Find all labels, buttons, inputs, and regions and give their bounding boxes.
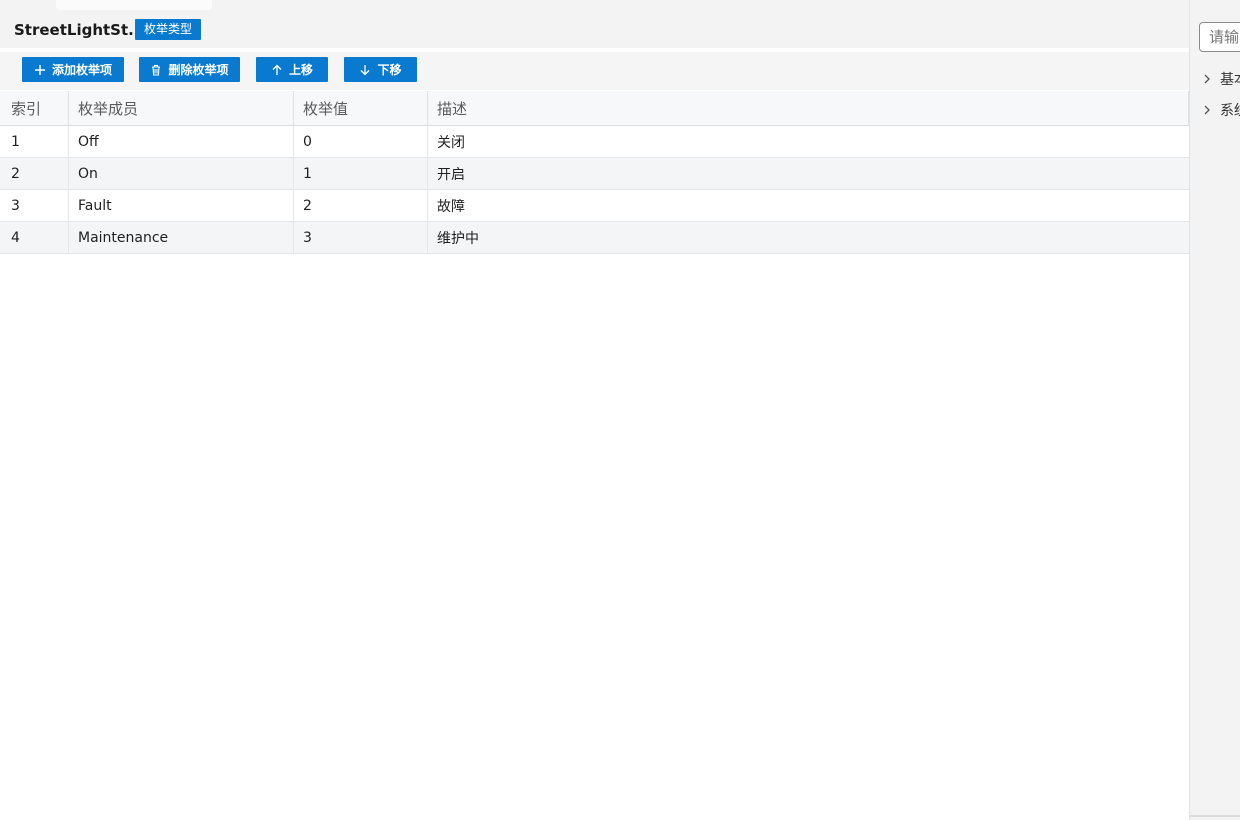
tree-item-system[interactable]: 系统 — [1202, 100, 1240, 120]
move-down-label: 下移 — [377, 63, 402, 77]
column-header-index[interactable]: 索引 — [0, 91, 69, 125]
tree-item-basic[interactable]: 基本 — [1202, 69, 1240, 89]
type-name: StreetLightSt... — [14, 21, 146, 39]
add-enum-item-button[interactable]: 添加枚举项 — [22, 57, 124, 82]
move-up-label: 上移 — [288, 63, 313, 77]
cell-description[interactable]: 开启 — [428, 158, 1189, 189]
column-header-description[interactable]: 描述 — [428, 91, 1189, 125]
cell-value[interactable]: 2 — [294, 190, 428, 221]
trash-icon — [150, 64, 162, 76]
toolbar: 添加枚举项 删除枚举项 上移 下移 — [0, 52, 1190, 90]
cell-member[interactable]: Fault — [69, 190, 294, 221]
table-row[interactable]: 1 Off 0 关闭 — [0, 126, 1189, 158]
chevron-right-icon — [1202, 73, 1212, 85]
delete-enum-item-label: 删除枚举项 — [168, 63, 229, 77]
column-header-value[interactable]: 枚举值 — [294, 91, 428, 125]
enum-editor: StreetLightSt... 枚举类型 添加枚举项 删除枚举项 上移 下移 … — [0, 0, 1240, 820]
tree-item-label: 系统 — [1220, 103, 1240, 119]
top-tab-strip — [0, 0, 1190, 12]
delete-enum-item-button[interactable]: 删除枚举项 — [139, 57, 240, 82]
table-row[interactable]: 3 Fault 2 故障 — [0, 190, 1189, 222]
cell-description[interactable]: 故障 — [428, 190, 1189, 221]
tree-item-label: 基本 — [1220, 72, 1240, 88]
enum-table: 索引 枚举成员 枚举值 描述 1 Off 0 关闭 2 On 1 开启 3 Fa… — [0, 91, 1189, 254]
cell-member[interactable]: Off — [69, 126, 294, 157]
cell-value[interactable]: 0 — [294, 126, 428, 157]
cell-member[interactable]: On — [69, 158, 294, 189]
arrow-up-icon — [271, 64, 283, 76]
add-enum-item-label: 添加枚举项 — [51, 63, 112, 77]
cell-index: 3 — [0, 190, 69, 221]
cell-index: 1 — [0, 126, 69, 157]
right-properties-panel: 基本 系统 — [1189, 0, 1240, 820]
column-header-member[interactable]: 枚举成员 — [69, 91, 294, 125]
type-badge: 枚举类型 — [135, 19, 202, 40]
chevron-right-icon — [1202, 104, 1212, 116]
ghost-tab[interactable] — [56, 0, 212, 10]
table-header-row: 索引 枚举成员 枚举值 描述 — [0, 91, 1189, 126]
move-down-button[interactable]: 下移 — [344, 57, 417, 82]
plus-icon — [34, 64, 46, 76]
arrow-down-icon — [359, 64, 371, 76]
table-row[interactable]: 4 Maintenance 3 维护中 — [0, 222, 1189, 254]
editor-header: StreetLightSt... 枚举类型 — [0, 12, 1190, 48]
cell-index: 2 — [0, 158, 69, 189]
cell-description[interactable]: 维护中 — [428, 222, 1189, 253]
cell-index: 4 — [0, 222, 69, 253]
cell-value[interactable]: 3 — [294, 222, 428, 253]
cell-value[interactable]: 1 — [294, 158, 428, 189]
panel-bottom-divider — [1190, 815, 1240, 817]
cell-member[interactable]: Maintenance — [69, 222, 294, 253]
table-row[interactable]: 2 On 1 开启 — [0, 158, 1189, 190]
move-up-button[interactable]: 上移 — [256, 57, 328, 82]
cell-description[interactable]: 关闭 — [428, 126, 1189, 157]
property-search-input[interactable] — [1199, 22, 1240, 52]
